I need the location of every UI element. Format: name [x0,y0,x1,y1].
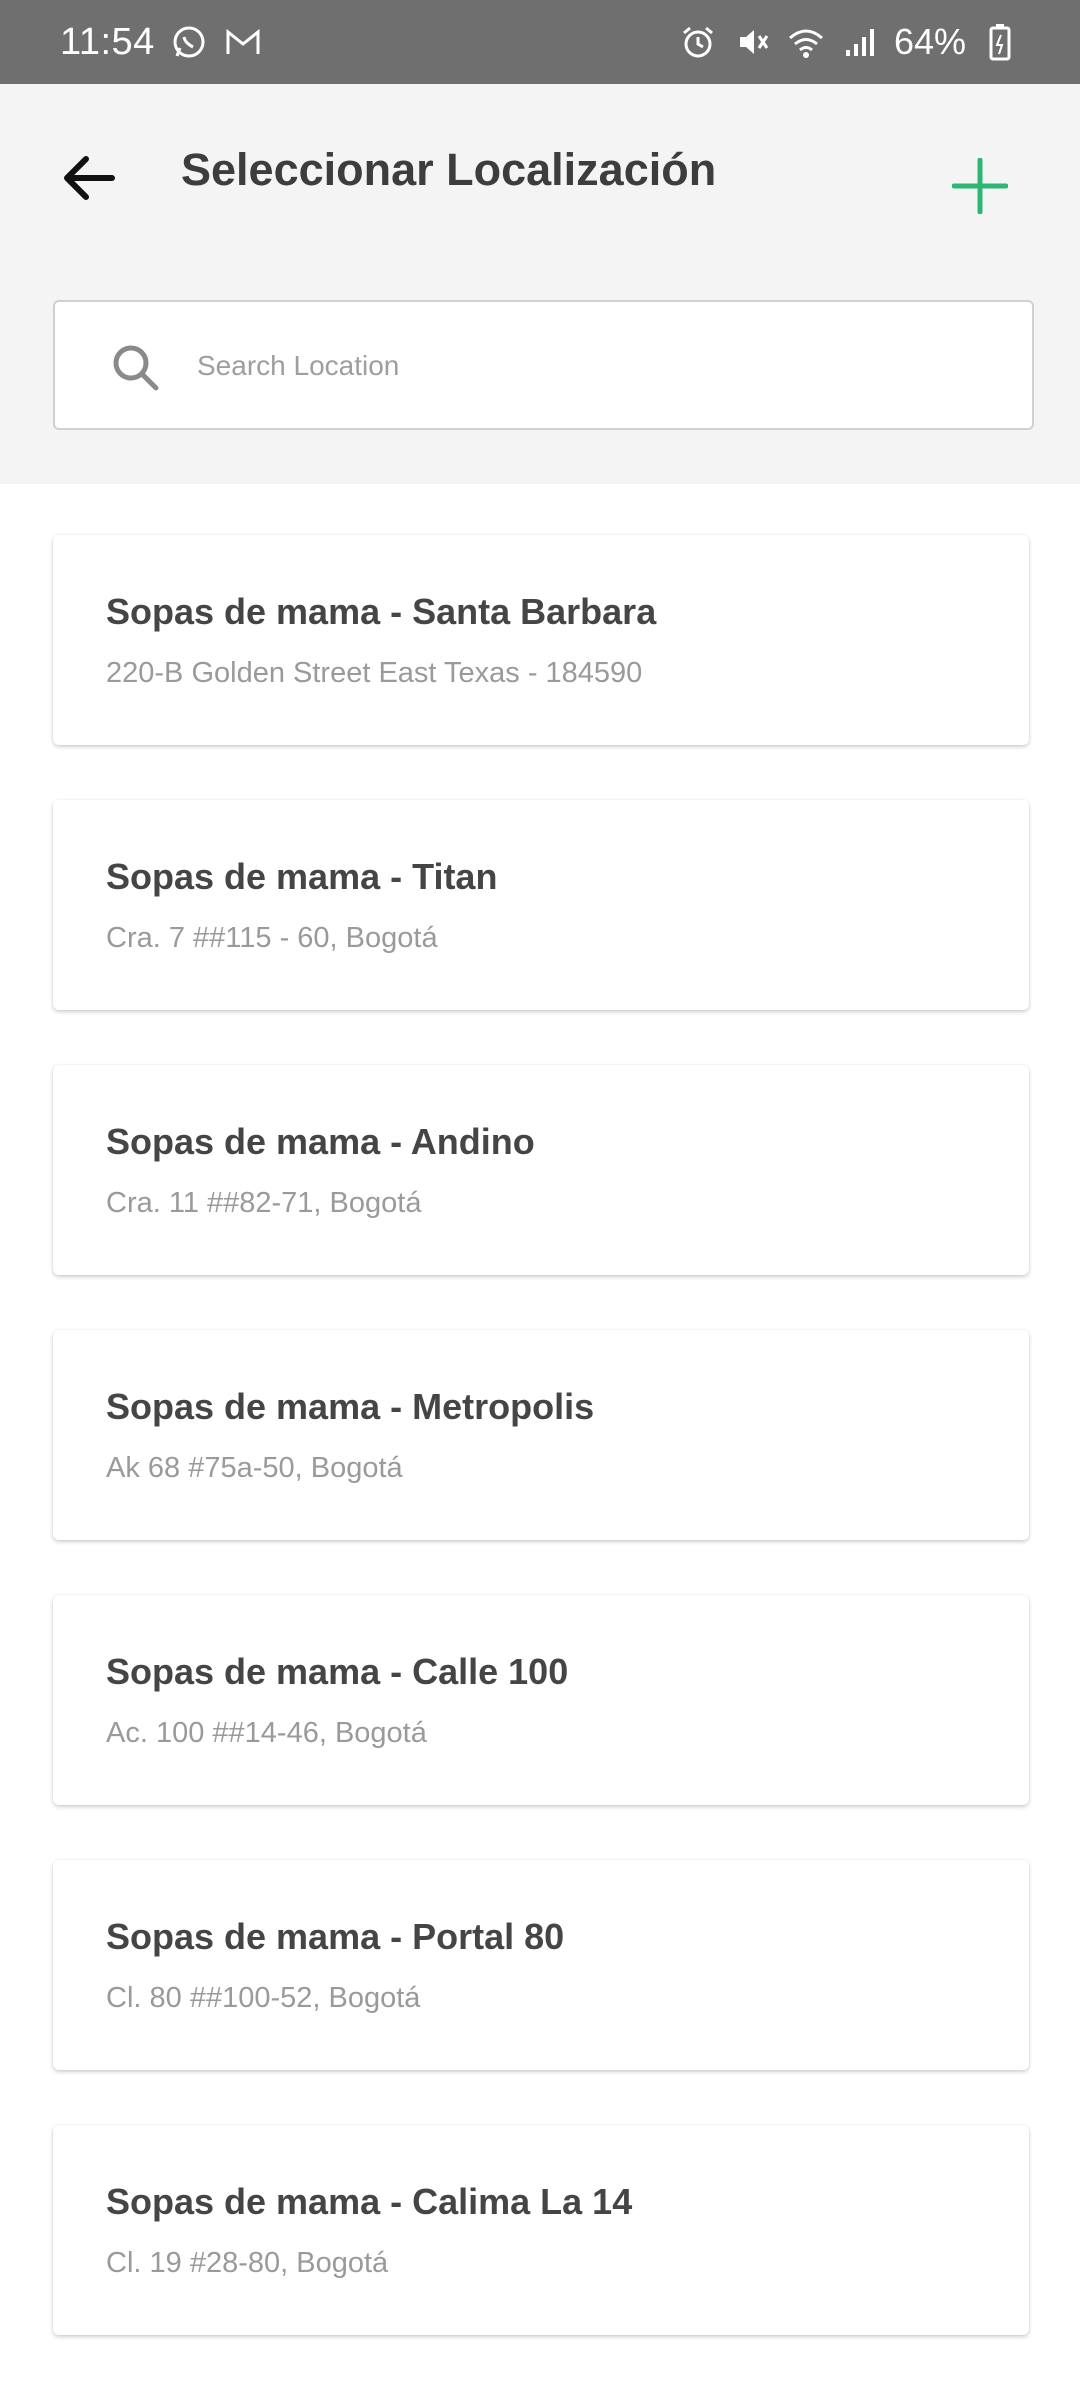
battery-icon [980,22,1020,62]
page-title: Seleccionar Localización [181,144,717,195]
app-header: Seleccionar Localización [0,84,1080,484]
location-name: Sopas de mama - Andino [106,1121,535,1162]
location-name: Sopas de mama - Metropolis [106,1386,595,1427]
location-address: 220-B Golden Street East Texas - 184590 [106,657,643,689]
location-address: Cl. 19 #28-80, Bogotá [106,2247,389,2279]
location-card[interactable]: Sopas de mama - Titan Cra. 7 ##115 - 60,… [53,800,1029,1010]
search-icon [113,345,159,391]
wifi-icon [786,22,826,62]
battery-percent: 64% [893,21,966,62]
status-time: 11:54 [60,20,155,63]
location-address: Cra. 11 ##82-71, Bogotá [106,1187,422,1219]
search-box[interactable] [53,300,1034,430]
gmail-icon [223,22,263,62]
location-list: Sopas de mama - Santa Barbara 220-B Gold… [53,535,1029,2390]
alarm-icon [678,22,718,62]
location-card[interactable]: Sopas de mama - Calle 100 Ac. 100 ##14-4… [53,1595,1029,1805]
location-address: Cra. 7 ##115 - 60, Bogotá [106,922,438,954]
plus-icon [952,158,1008,214]
location-card[interactable]: Sopas de mama - Andino Cra. 11 ##82-71, … [53,1065,1029,1275]
location-card[interactable]: Sopas de mama - Metropolis Ak 68 #75a-50… [53,1330,1029,1540]
search-input[interactable] [195,302,999,430]
location-name: Sopas de mama - Santa Barbara [106,591,657,632]
status-bar: 11:54 64% [0,0,1080,84]
location-address: Ac. 100 ##14-46, Bogotá [106,1717,427,1749]
location-card[interactable]: Sopas de mama - Santa Barbara 220-B Gold… [53,535,1029,745]
arrow-back-icon [64,156,115,200]
location-name: Sopas de mama - Portal 80 [106,1916,565,1957]
back-button[interactable] [50,140,126,216]
signal-icon [840,22,880,62]
location-name: Sopas de mama - Calima La 14 [106,2181,633,2222]
location-address: Ak 68 #75a-50, Bogotá [106,1452,403,1484]
location-card[interactable]: Sopas de mama - Portal 80 Cl. 80 ##100-5… [53,1860,1029,2070]
location-address: Cl. 80 ##100-52, Bogotá [106,1982,421,2014]
location-name: Sopas de mama - Calle 100 [106,1651,569,1692]
location-card[interactable]: Sopas de mama - Calima La 14 Cl. 19 #28-… [53,2125,1029,2335]
whatsapp-icon [169,22,209,62]
location-name: Sopas de mama - Titan [106,856,498,897]
mute-icon [732,22,772,62]
add-location-button[interactable] [946,152,1014,220]
